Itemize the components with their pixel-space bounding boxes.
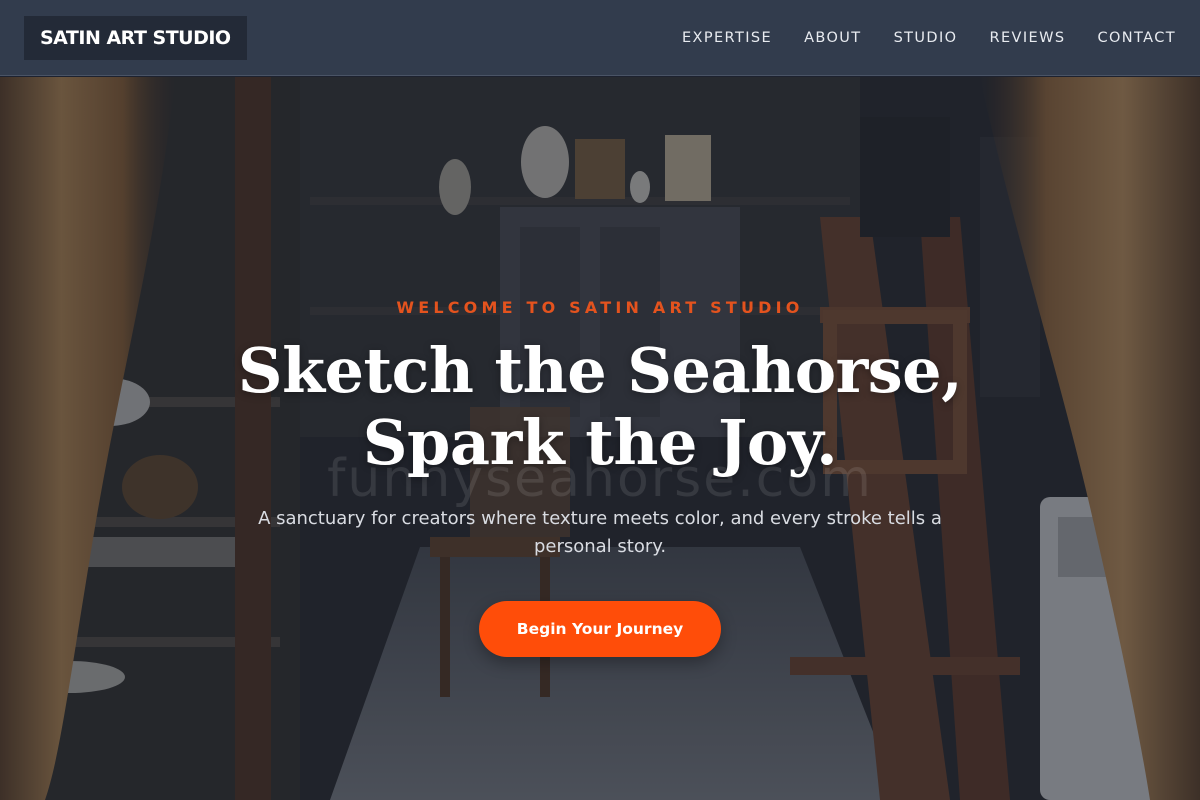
hero-eyebrow: WELCOME TO SATIN ART STUDIO <box>396 298 804 317</box>
hero-headline: Sketch the Seahorse, Spark the Joy. <box>150 335 1050 479</box>
nav-link-studio[interactable]: STUDIO <box>894 30 958 46</box>
hero-subtitle: A sanctuary for creators where texture m… <box>258 508 942 557</box>
nav-link-expertise[interactable]: EXPERTISE <box>682 30 772 46</box>
hero-section: funnyseahorse.com WELCOME TO SATIN ART S… <box>0 77 1200 800</box>
nav-link-contact[interactable]: CONTACT <box>1097 30 1176 46</box>
brand-logo-link[interactable]: SATIN ART STUDIO <box>24 16 247 60</box>
hero-headline-line-2: Spark the Joy. <box>362 406 838 479</box>
landing-page: SATIN ART STUDIO EXPERTISE ABOUT STUDIO … <box>0 0 1200 800</box>
main-nav: EXPERTISE ABOUT STUDIO REVIEWS CONTACT <box>682 0 1176 76</box>
nav-link-about[interactable]: ABOUT <box>804 30 862 46</box>
hero-headline-line-1: Sketch the Seahorse, <box>237 334 963 407</box>
top-navbar: SATIN ART STUDIO EXPERTISE ABOUT STUDIO … <box>0 0 1200 76</box>
begin-journey-button[interactable]: Begin Your Journey <box>479 601 721 657</box>
nav-link-reviews[interactable]: REVIEWS <box>990 30 1066 46</box>
